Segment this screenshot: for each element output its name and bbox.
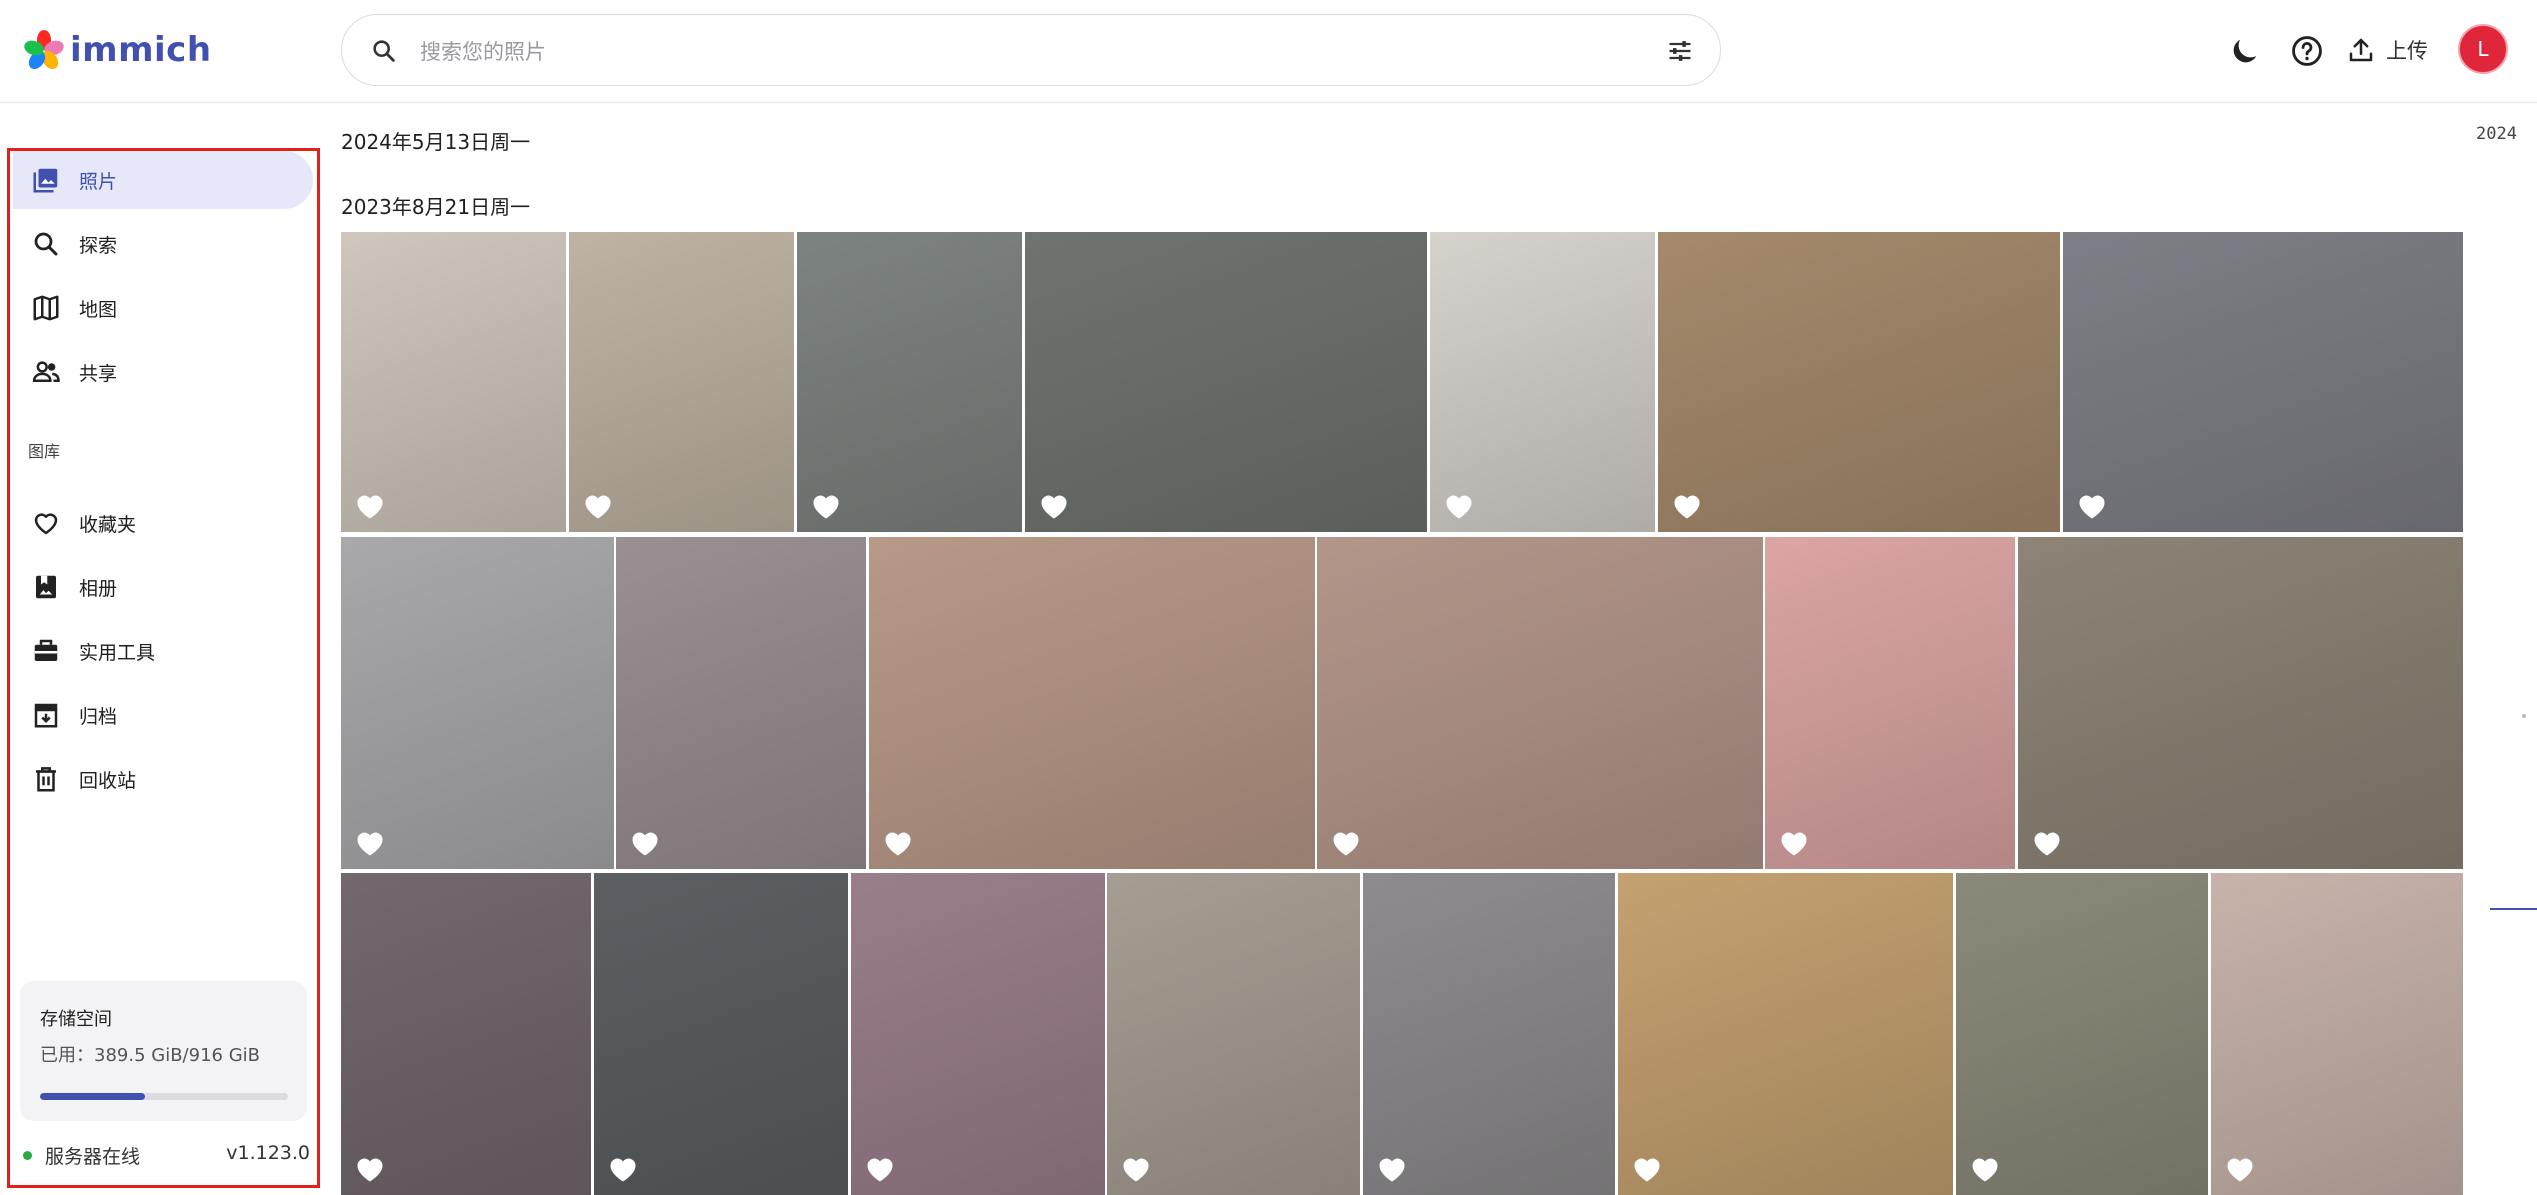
favorite-heart-icon[interactable] <box>630 829 660 857</box>
sidebar-item-archive[interactable]: 归档 <box>13 686 313 744</box>
sidebar-item-sharing[interactable]: 共享 <box>13 343 313 401</box>
favorite-heart-icon[interactable] <box>2032 829 2062 857</box>
toolbox-icon <box>34 639 58 661</box>
help-icon[interactable] <box>2290 34 2324 68</box>
photo-thumbnail[interactable] <box>797 232 1022 532</box>
sidebar-item-utilities[interactable]: 实用工具 <box>13 622 313 680</box>
sidebar-item-explore[interactable]: 探索 <box>13 215 313 273</box>
search-icon <box>34 232 58 256</box>
sidebar-item-label: 收藏夹 <box>79 513 137 536</box>
library-section-label: 图库 <box>28 442 61 461</box>
photo-thumbnail[interactable] <box>1658 232 2060 532</box>
map-icon <box>33 295 59 321</box>
dark-mode-icon[interactable] <box>2228 34 2262 68</box>
favorite-heart-icon[interactable] <box>1672 492 1702 520</box>
sidebar-item-label: 照片 <box>79 170 118 193</box>
favorite-heart-icon[interactable] <box>1121 1155 1151 1183</box>
sidebar-item-photos[interactable]: 照片 <box>13 151 313 209</box>
search-input[interactable] <box>418 33 1602 71</box>
photo-thumbnail[interactable] <box>616 537 866 869</box>
storage-panel[interactable]: 存储空间 已用：389.5 GiB/916 GiB <box>20 981 307 1121</box>
immich-logo-icon <box>24 30 64 70</box>
favorite-heart-icon[interactable] <box>1039 492 1069 520</box>
server-version[interactable]: v1.123.0 <box>226 1142 310 1164</box>
favorite-heart-icon[interactable] <box>1970 1155 2000 1183</box>
photo-thumbnail[interactable] <box>1107 873 1360 1195</box>
sidebar-item-map[interactable]: 地图 <box>13 279 313 337</box>
favorite-heart-icon[interactable] <box>608 1155 638 1183</box>
favorite-heart-icon[interactable] <box>1331 829 1361 857</box>
search-icon <box>373 40 395 62</box>
trash-icon <box>36 767 56 792</box>
storage-usage-bar <box>40 1093 288 1100</box>
user-avatar[interactable]: L <box>2458 24 2508 74</box>
sidebar-item-label: 共享 <box>79 362 118 385</box>
photo-thumbnail[interactable] <box>869 537 1315 869</box>
sidebar-item-label: 探索 <box>79 234 118 257</box>
sharing-icon <box>32 361 60 382</box>
sidebar-item-label: 归档 <box>79 705 118 728</box>
search-options-icon[interactable] <box>1666 37 1694 65</box>
photo-thumbnail[interactable] <box>1765 537 2015 869</box>
sidebar-item-label: 地图 <box>79 298 118 321</box>
sidebar-item-favorites[interactable]: 收藏夹 <box>13 494 313 552</box>
date-group-heading[interactable]: 2023年8月21日周一 <box>341 191 530 220</box>
favorite-heart-icon[interactable] <box>1632 1155 1662 1183</box>
photo-thumbnail[interactable] <box>851 873 1105 1195</box>
album-icon <box>36 575 56 599</box>
sidebar-item-albums[interactable]: 相册 <box>13 558 313 616</box>
photo-thumbnail[interactable] <box>1618 873 1953 1195</box>
favorite-heart-icon[interactable] <box>355 492 385 520</box>
upload-label: 上传 <box>2386 39 2428 63</box>
server-status-text: 服务器在线 <box>45 1146 141 1168</box>
sidebar-item-label: 回收站 <box>79 769 137 792</box>
favorite-heart-icon[interactable] <box>1779 829 1809 857</box>
favorite-heart-icon[interactable] <box>2225 1155 2255 1183</box>
photo-thumbnail[interactable] <box>341 232 566 532</box>
app-name: immich <box>70 30 212 70</box>
storage-title: 存储空间 <box>40 1009 112 1030</box>
sidebar-item-label: 实用工具 <box>79 641 156 664</box>
favorite-heart-icon[interactable] <box>2077 492 2107 520</box>
photo-thumbnail[interactable] <box>1025 232 1427 532</box>
photo-thumbnail[interactable] <box>2211 873 2463 1195</box>
photo-thumbnail[interactable] <box>1430 232 1655 532</box>
photo-thumbnail[interactable] <box>341 537 614 869</box>
photo-thumbnail[interactable] <box>341 873 591 1195</box>
server-online-indicator <box>23 1151 32 1160</box>
heart-icon <box>34 513 58 535</box>
favorite-heart-icon[interactable] <box>1444 492 1474 520</box>
photo-thumbnail[interactable] <box>2018 537 2463 869</box>
photo-thumbnail[interactable] <box>1956 873 2208 1195</box>
date-group-heading[interactable]: 2024年5月13日周一 <box>341 126 530 155</box>
storage-usage-fill <box>40 1093 146 1100</box>
upload-icon <box>2349 38 2373 62</box>
timeline-scrubber-dot[interactable] <box>2522 714 2526 718</box>
favorite-heart-icon[interactable] <box>811 492 841 520</box>
photo-thumbnail[interactable] <box>594 873 848 1195</box>
archive-icon <box>34 703 58 728</box>
sidebar: 照片 探索 地图 共享 图库 收藏夹 相册 实用工具 归档 回收站 存储空间 已… <box>7 148 320 1188</box>
top-bar: immich 上传 L <box>0 0 2537 103</box>
timeline-year-label[interactable]: 2024 <box>2476 124 2517 144</box>
favorite-heart-icon[interactable] <box>865 1155 895 1183</box>
timeline-scrubber-marker[interactable] <box>2490 908 2537 910</box>
server-status[interactable]: 服务器在线 v1.123.0 <box>20 1136 310 1176</box>
photo-thumbnail[interactable] <box>2063 232 2463 532</box>
search-bar[interactable] <box>341 14 1721 86</box>
favorite-heart-icon[interactable] <box>583 492 613 520</box>
photo-thumbnail[interactable] <box>1317 537 1763 869</box>
photo-thumbnail[interactable] <box>569 232 794 532</box>
storage-used-text: 已用：389.5 GiB/916 GiB <box>40 1045 260 1066</box>
favorite-heart-icon[interactable] <box>1377 1155 1407 1183</box>
favorite-heart-icon[interactable] <box>883 829 913 857</box>
sidebar-item-trash[interactable]: 回收站 <box>13 750 313 808</box>
favorite-heart-icon[interactable] <box>355 829 385 857</box>
immich-logo[interactable]: immich <box>22 28 212 72</box>
photo-thumbnail[interactable] <box>1363 873 1615 1195</box>
upload-button[interactable]: 上传 <box>2346 28 2428 72</box>
photos-icon <box>33 168 58 193</box>
favorite-heart-icon[interactable] <box>355 1155 385 1183</box>
sidebar-item-label: 相册 <box>79 577 118 600</box>
